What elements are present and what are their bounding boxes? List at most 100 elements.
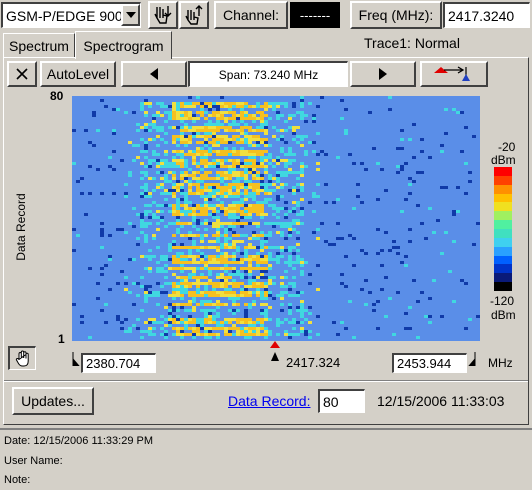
heatmap-signal-cell [264, 327, 268, 330]
heatmap-signal-cell [248, 336, 252, 339]
heatmap-signal-cell [240, 288, 244, 291]
heatmap-signal-cell [280, 255, 284, 258]
heatmap-signal-cell [196, 333, 200, 336]
span-prev-button[interactable] [121, 61, 187, 87]
heatmap-signal-cell [212, 159, 216, 162]
marker-to-center-button[interactable] [420, 61, 488, 87]
heatmap-signal-cell [160, 270, 164, 273]
tab-spectrum[interactable]: Spectrum [3, 33, 75, 57]
heatmap-signal-cell [200, 153, 204, 156]
heatmap-noise-cell [296, 321, 300, 324]
heatmap-signal-cell [268, 189, 272, 192]
heatmap-signal-cell [220, 189, 224, 192]
heatmap-noise-cell [124, 330, 128, 333]
heatmap-signal-cell [236, 114, 240, 117]
heatmap-signal-cell [188, 252, 192, 255]
standard-dropdown-button[interactable] [121, 4, 140, 26]
close-icon [16, 68, 28, 80]
heatmap-signal-cell [144, 234, 148, 237]
start-freq-field[interactable]: 2380.704 [81, 353, 156, 373]
heatmap-signal-cell [296, 219, 300, 222]
heatmap-signal-cell [288, 234, 292, 237]
heatmap-signal-cell [300, 258, 304, 261]
heatmap-noise-cell [244, 276, 248, 279]
heatmap-signal-cell [232, 252, 236, 255]
heatmap-noise-cell [344, 108, 348, 111]
pan-tool-button[interactable] [8, 346, 36, 370]
updates-button[interactable]: Updates... [12, 387, 94, 415]
heatmap-signal-cell [268, 282, 272, 285]
heatmap-noise-cell [244, 270, 248, 273]
heatmap-signal-cell [212, 294, 216, 297]
heatmap-signal-cell [128, 222, 132, 225]
heatmap-signal-cell [164, 324, 168, 327]
heatmap-signal-cell [300, 303, 304, 306]
heatmap-signal-cell [204, 159, 208, 162]
heatmap-signal-cell [240, 108, 244, 111]
stop-freq-field[interactable]: 2453.944 [392, 353, 467, 373]
standard-select[interactable]: GSM-P/EDGE 900 [1, 2, 141, 28]
close-button[interactable] [7, 61, 37, 87]
heatmap-signal-cell [224, 318, 228, 321]
heatmap-signal-cell [140, 330, 144, 333]
heatmap-noise-cell [228, 141, 232, 144]
heatmap-signal-cell [236, 282, 240, 285]
heatmap-signal-cell [148, 159, 152, 162]
heatmap-signal-cell [184, 327, 188, 330]
heatmap-signal-cell [216, 204, 220, 207]
heatmap-noise-cell [76, 180, 80, 183]
tab-spectrogram[interactable]: Spectrogram [75, 31, 172, 59]
heatmap-signal-cell [148, 105, 152, 108]
heatmap-signal-cell [280, 249, 284, 252]
heatmap-signal-cell [296, 249, 300, 252]
data-record-link[interactable]: Data Record: [228, 393, 310, 409]
heatmap-signal-cell [244, 294, 248, 297]
marker-tool-button[interactable] [148, 1, 178, 29]
heatmap-noise-cell [116, 318, 120, 321]
heatmap-signal-cell [184, 309, 188, 312]
autolevel-button[interactable]: AutoLevel [40, 61, 116, 87]
heatmap-signal-cell [180, 336, 184, 339]
freq-input[interactable]: 2417.3240 [443, 2, 530, 28]
heatmap-signal-cell [296, 231, 300, 234]
peak-tool-button[interactable] [179, 1, 209, 29]
heatmap-signal-cell [248, 180, 252, 183]
heatmap-signal-cell [296, 111, 300, 114]
heatmap-signal-cell [276, 105, 280, 108]
heatmap-signal-cell [148, 102, 152, 105]
data-record-input[interactable]: 80 [318, 389, 365, 413]
heatmap-signal-cell [248, 150, 252, 153]
heatmap-signal-cell [260, 273, 264, 276]
heatmap-signal-cell [228, 294, 232, 297]
heatmap-signal-cell [248, 321, 252, 324]
heatmap-noise-cell [356, 195, 360, 198]
heatmap-signal-cell [248, 141, 252, 144]
heatmap-noise-cell [284, 249, 288, 252]
heatmap-noise-cell [368, 291, 372, 294]
channel-button[interactable]: Channel: [214, 1, 288, 29]
heatmap-signal-cell [220, 114, 224, 117]
heatmap-signal-cell [156, 102, 160, 105]
heatmap-signal-cell [144, 204, 148, 207]
heatmap-signal-cell [228, 276, 232, 279]
heatmap-noise-cell [268, 180, 272, 183]
heatmap-noise-cell [80, 192, 84, 195]
heatmap-noise-cell [88, 165, 92, 168]
freq-button[interactable]: Freq (MHz): [350, 1, 442, 29]
heatmap-signal-cell [180, 258, 184, 261]
span-next-button[interactable] [350, 61, 416, 87]
heatmap-noise-cell [452, 300, 456, 303]
heatmap-signal-cell [224, 186, 228, 189]
heatmap-signal-cell [156, 270, 160, 273]
heatmap-noise-cell [260, 159, 264, 162]
heatmap-signal-cell [200, 159, 204, 162]
heatmap-signal-cell [188, 201, 192, 204]
heatmap-signal-cell [256, 150, 260, 153]
heatmap-noise-cell [104, 105, 108, 108]
heatmap-signal-cell [196, 291, 200, 294]
heatmap-signal-cell [200, 210, 204, 213]
heatmap-signal-cell [208, 327, 212, 330]
heatmap-noise-cell [120, 159, 124, 162]
heatmap-signal-cell [184, 192, 188, 195]
heatmap-signal-cell [180, 165, 184, 168]
